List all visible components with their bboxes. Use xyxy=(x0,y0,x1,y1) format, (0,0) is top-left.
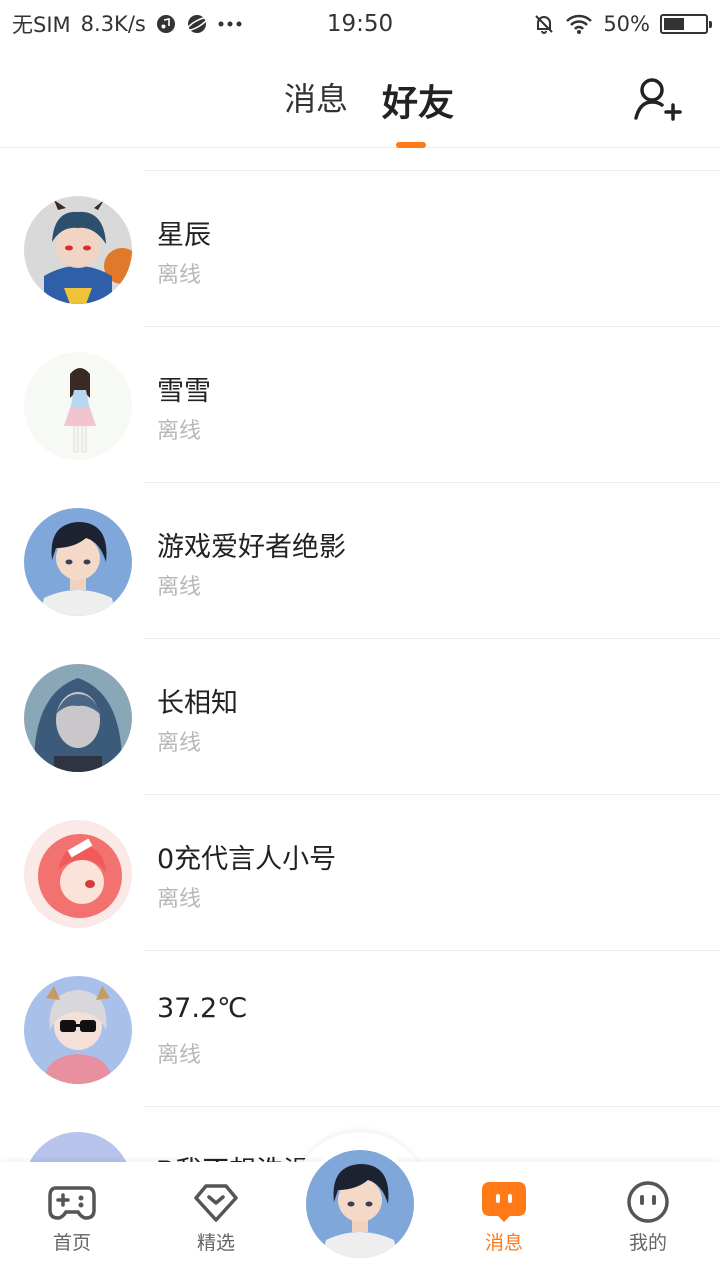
music-icon xyxy=(156,14,176,34)
friend-name: 游戏爱好者绝影 xyxy=(157,532,346,563)
friend-name: 37.2℃ xyxy=(157,993,248,1024)
friend-status: 离线 xyxy=(157,419,202,444)
friend-status: 离线 xyxy=(157,263,202,288)
mute-bell-icon xyxy=(533,13,555,35)
tab-messages[interactable]: 消息 xyxy=(284,74,348,120)
friend-avatar xyxy=(24,664,132,772)
friend-avatar xyxy=(24,196,132,304)
friend-row[interactable]: 雪雪 离线 xyxy=(0,327,720,483)
friend-avatar xyxy=(24,976,132,1084)
heart-diamond-icon xyxy=(194,1184,238,1222)
nav-featured[interactable]: 精选 xyxy=(168,1180,264,1255)
friend-row[interactable]: 长相知 离线 xyxy=(0,639,720,795)
wifi-icon xyxy=(565,13,593,35)
network-speed: 8.3K/s xyxy=(80,12,146,36)
planet-icon xyxy=(186,13,208,35)
nav-label-messages: 消息 xyxy=(484,1232,523,1254)
friend-name: 长相知 xyxy=(157,688,238,719)
friend-row[interactable]: 星辰 离线 xyxy=(0,171,720,327)
nav-profile[interactable]: 我的 xyxy=(600,1180,696,1255)
nav-messages[interactable]: 消息 xyxy=(456,1180,552,1255)
tab-friends[interactable]: 好友 xyxy=(382,74,454,126)
friend-status: 离线 xyxy=(157,731,202,756)
gamepad-icon xyxy=(48,1186,96,1220)
top-header: 消息 好友 xyxy=(0,48,720,148)
user-avatar xyxy=(306,1150,414,1258)
chat-bubble-icon xyxy=(482,1182,526,1222)
nav-label-profile: 我的 xyxy=(628,1232,667,1254)
friend-avatar xyxy=(24,352,132,460)
carrier-text: 无SIM xyxy=(12,13,71,37)
add-user-icon xyxy=(634,78,682,121)
face-icon xyxy=(627,1181,669,1223)
friend-row[interactable]: 游戏爱好者绝影 离线 xyxy=(0,483,720,639)
add-friend-button[interactable] xyxy=(630,74,682,126)
friend-name: 星辰 xyxy=(157,220,211,251)
status-bar: 无SIM 8.3K/s 19:50 50% xyxy=(0,0,720,48)
battery-icon xyxy=(660,14,712,34)
nav-label-featured: 精选 xyxy=(196,1232,235,1254)
more-dots-icon xyxy=(218,20,242,28)
center-avatar-button[interactable] xyxy=(303,1147,417,1261)
friend-status: 离线 xyxy=(157,1043,202,1068)
friend-name: 0充代言人小号 xyxy=(157,844,337,875)
friend-row[interactable]: 0充代言人小号 离线 xyxy=(0,795,720,951)
battery-percent: 50% xyxy=(603,12,650,36)
friend-avatar xyxy=(24,820,132,928)
friend-status: 离线 xyxy=(157,575,202,600)
nav-label-home: 首页 xyxy=(52,1232,91,1254)
friend-name: 雪雪 xyxy=(157,376,211,407)
active-tab-indicator xyxy=(396,142,426,148)
friend-status: 离线 xyxy=(157,887,202,912)
nav-home[interactable]: 首页 xyxy=(24,1180,120,1255)
friend-avatar xyxy=(24,508,132,616)
friend-row[interactable]: 37.2℃ 离线 xyxy=(0,951,720,1107)
